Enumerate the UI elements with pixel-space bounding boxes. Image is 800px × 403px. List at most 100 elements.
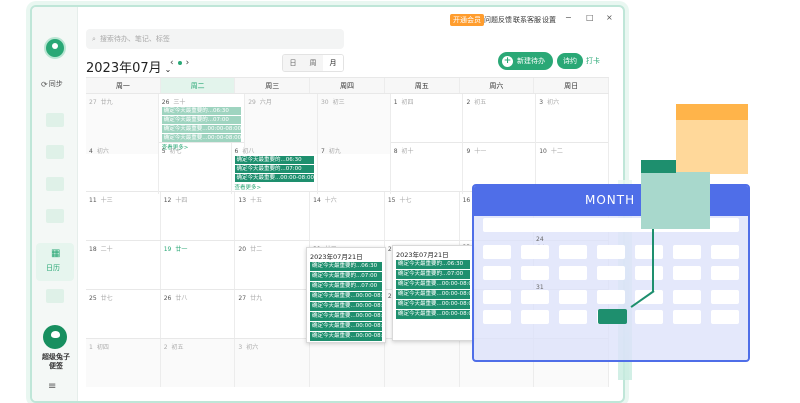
- day-cell[interactable]: 8 初十: [391, 143, 464, 194]
- month-picker[interactable]: 2023年07月 ⌄: [86, 57, 171, 76]
- day-number: 19: [163, 246, 172, 253]
- day-cell[interactable]: 20 廿二: [235, 241, 311, 289]
- day-cell[interactable]: 15 十七: [385, 192, 460, 240]
- day-number: 1: [89, 344, 93, 351]
- day-number: 26: [163, 295, 172, 302]
- tab-month[interactable]: 月: [323, 55, 343, 71]
- event-item[interactable]: 确定今天最重要...00:00-08:00: [310, 332, 382, 341]
- day-detail-popup: 2023年07月21日 确定今天最重要的...06:30 确定今天最重要的...07…: [306, 247, 386, 343]
- day-number: 15: [387, 197, 396, 204]
- lunar-date: 初十: [401, 148, 414, 155]
- event-item[interactable]: 确定今天最重要...00:00-08:00: [396, 310, 470, 319]
- new-task-button[interactable]: + 新建待办: [498, 52, 553, 70]
- illustration-slot: [711, 290, 739, 304]
- prev-month-button[interactable]: ‹: [170, 58, 174, 68]
- lunar-date: 十四: [175, 197, 188, 204]
- event-item[interactable]: 确定今天最重要...00:00-08:00: [310, 322, 382, 331]
- event-item[interactable]: 确定今天最重要...00:00-08:00: [396, 290, 470, 299]
- day-cell[interactable]: 1 初四: [86, 339, 161, 387]
- day-number: 12: [163, 197, 172, 204]
- day-number: 4: [89, 148, 93, 155]
- sync-button[interactable]: ⟳ 同步: [41, 77, 69, 91]
- connector-line: [652, 229, 654, 291]
- minimize-button[interactable]: −: [565, 13, 572, 22]
- settings-link[interactable]: 设置: [542, 15, 556, 25]
- event-item[interactable]: 确定今天最重要...00:00-08:00: [396, 300, 470, 309]
- search-input[interactable]: ⌕ 搜索待办、笔记、标签: [86, 29, 344, 49]
- day-cell[interactable]: 2 初五: [160, 339, 236, 387]
- day-number: 3: [539, 99, 544, 106]
- day-number: 8: [393, 148, 398, 155]
- event-item[interactable]: 确定今天最重要的...06:30: [234, 156, 314, 164]
- sidebar: ⟳ 同步 ▦ 日历 超级兔子便签 ≡: [32, 7, 78, 401]
- view-switcher: 日 周 月: [282, 54, 344, 72]
- day-cell[interactable]: 3 初六: [235, 339, 311, 387]
- day-cell[interactable]: 13 十五: [235, 192, 311, 240]
- vip-button[interactable]: 开通会员: [450, 14, 484, 26]
- today-dot-icon[interactable]: [177, 61, 182, 65]
- event-item[interactable]: 确定今天最重要...00:00-08:00: [161, 125, 242, 133]
- sidebar-item-placeholder[interactable]: [46, 209, 64, 223]
- lunar-date: 廿二: [250, 246, 263, 253]
- day-number: 6: [234, 148, 239, 155]
- new-task-label: 新建待办: [517, 57, 545, 65]
- day-cell[interactable]: 14 十六: [310, 192, 385, 240]
- illustration-slot: [635, 245, 663, 259]
- event-item[interactable]: 确定今天最重要...00:00-08:00: [310, 292, 382, 301]
- day-cell[interactable]: 6 初八 确定今天最重要的...06:30 确定今天最重要的...07:00 确定今天最…: [232, 143, 318, 194]
- day-cell[interactable]: 27 廿九: [235, 290, 311, 338]
- lunar-date: 初六: [547, 99, 560, 106]
- event-item[interactable]: 确定今天最重要的...07:00: [396, 270, 470, 279]
- sidebar-item-placeholder[interactable]: [46, 177, 64, 191]
- day-cell[interactable]: 26 廿八: [161, 290, 236, 338]
- maximize-button[interactable]: □: [586, 13, 594, 22]
- lunar-date: 廿一: [175, 246, 188, 253]
- day-cell[interactable]: [384, 339, 460, 387]
- weekday-label: 周四: [310, 78, 385, 93]
- sidebar-item-placeholder[interactable]: [46, 289, 64, 303]
- event-item[interactable]: 确定今天最重要的...06:30: [310, 262, 382, 271]
- day-number: 1: [393, 99, 398, 106]
- day-cell[interactable]: 11 十三: [86, 192, 161, 240]
- close-button[interactable]: ×: [606, 13, 613, 22]
- feedback-link[interactable]: 问题反馈: [484, 15, 512, 25]
- event-item[interactable]: 确定今天最重要的...07:00: [234, 165, 314, 173]
- see-more-link[interactable]: 查看更多>: [235, 183, 314, 191]
- user-avatar[interactable]: [44, 37, 66, 59]
- event-item[interactable]: 确定今天最重要的...06:30: [161, 107, 242, 115]
- sidebar-item-placeholder[interactable]: [46, 113, 64, 127]
- day-cell[interactable]: 7 初九: [318, 143, 391, 194]
- sidebar-item-placeholder[interactable]: [46, 145, 64, 159]
- tab-day[interactable]: 日: [283, 55, 303, 71]
- app-logo: [43, 325, 67, 349]
- day-number: 2: [466, 99, 471, 106]
- punch-link[interactable]: 打卡: [586, 56, 600, 66]
- event-item[interactable]: 确定今天最重要...00:00-08:00: [161, 134, 242, 142]
- day-cell[interactable]: 25 廿七: [86, 290, 161, 338]
- day-cell[interactable]: 19 廿一: [161, 241, 236, 289]
- lunar-date: 十五: [250, 197, 263, 204]
- event-item[interactable]: 确定今天最重要的...07:00: [310, 272, 382, 281]
- day-number: 3: [238, 344, 243, 351]
- event-item[interactable]: 确定今天最重要的...06:30: [396, 260, 470, 269]
- day-cell[interactable]: 12 十四: [161, 192, 236, 240]
- next-month-button[interactable]: ›: [186, 58, 190, 68]
- event-item[interactable]: 确定今天最重要...00:00-08:00: [310, 312, 382, 321]
- day-cell[interactable]: 5 初七: [159, 143, 232, 194]
- illustration-slot: [711, 266, 739, 280]
- weekday-label: 周日: [534, 78, 609, 93]
- event-item[interactable]: 确定今天最重要...00:00-08:00: [396, 280, 470, 289]
- tab-week[interactable]: 周: [303, 55, 323, 71]
- sign-in-button[interactable]: 诗约: [557, 53, 583, 69]
- event-item[interactable]: 确定今天最重要的...07:00: [310, 282, 382, 291]
- day-cell[interactable]: 4 初六: [86, 143, 159, 194]
- event-item[interactable]: 确定今天最重要的...07:00: [161, 116, 242, 124]
- day-cell[interactable]: [310, 339, 385, 387]
- event-item[interactable]: 确定今天最重要...00:00-08:00: [234, 174, 314, 182]
- illustration-slot: [521, 310, 549, 324]
- event-item[interactable]: 确定今天最重要...00:00-08:00: [310, 302, 382, 311]
- menu-icon[interactable]: ≡: [48, 381, 56, 392]
- day-cell[interactable]: 18 二十: [86, 241, 161, 289]
- lunar-date: 十二: [550, 148, 563, 155]
- support-link[interactable]: 联系客服: [513, 15, 541, 25]
